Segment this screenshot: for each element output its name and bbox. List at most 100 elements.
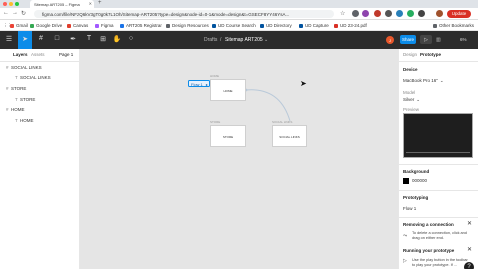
- layers-panel: [0, 49, 80, 269]
- file-name[interactable]: Sitemap ART205: [225, 37, 263, 43]
- tip-removing-connection-body: To delete a connection, click and drag o…: [412, 231, 467, 240]
- chevron-down-icon[interactable]: ⌄: [264, 37, 268, 43]
- background-hex-input[interactable]: 000000: [412, 178, 427, 183]
- frame-store-text: STORE: [222, 135, 234, 139]
- pdf-icon: [334, 23, 338, 28]
- profile-avatar[interactable]: [436, 10, 443, 17]
- comment-tool-icon[interactable]: ○: [124, 31, 138, 49]
- flow-starting-point-badge[interactable]: Flow 1 ▸: [188, 80, 210, 87]
- divider: [398, 61, 478, 62]
- preview-heading: Preview: [403, 107, 420, 112]
- bookmark-ud-course-search[interactable]: UD Course Search: [212, 23, 256, 28]
- breadcrumb-folder[interactable]: Drafts: [204, 37, 217, 43]
- url-input[interactable]: figma.com/file/NFzQ6kV3gT0g0k7L1Oh/Sitem…: [34, 10, 334, 18]
- frame-label-social-links[interactable]: SOCIAL LINKS: [272, 120, 292, 124]
- play-flow-icon[interactable]: ▸: [206, 82, 208, 87]
- page-selector[interactable]: Page 1: [59, 52, 73, 57]
- bookmark-ud-directory[interactable]: UD Directory: [260, 23, 292, 28]
- model-select[interactable]: Silver ⌄: [403, 97, 420, 103]
- pen-tool-icon[interactable]: ✒: [66, 31, 80, 49]
- frame-home-text: HOME: [223, 89, 233, 93]
- layer-frame-home[interactable]: # HOME: [6, 107, 25, 112]
- bookmark-art205-registrar[interactable]: ART205 Registrar: [120, 23, 162, 28]
- tab-design[interactable]: Design: [403, 52, 417, 57]
- connection-icon: ⤳: [403, 233, 408, 239]
- tab-layers[interactable]: Layers: [13, 52, 28, 57]
- background-color-swatch[interactable]: [403, 178, 409, 184]
- layer-frame-store[interactable]: # STORE: [6, 86, 26, 91]
- model-heading: Model: [403, 90, 416, 95]
- bookmark-google-drive[interactable]: Google Drive: [30, 23, 62, 28]
- close-window-icon[interactable]: [3, 2, 7, 6]
- layer-text-store[interactable]: T STORE: [15, 97, 35, 102]
- avatar[interactable]: J: [386, 36, 394, 44]
- update-button[interactable]: Update: [447, 9, 471, 18]
- canvas-icon: [67, 23, 71, 28]
- extensions-puzzle-icon[interactable]: [418, 10, 425, 17]
- back-icon[interactable]: ←: [3, 10, 9, 16]
- divider: [398, 217, 478, 218]
- frame-store[interactable]: STORE: [210, 125, 246, 147]
- background-heading: Background: [403, 169, 430, 174]
- tab-prototype[interactable]: Prototype: [420, 52, 441, 57]
- flow-list-item[interactable]: Flow 1: [403, 206, 416, 211]
- drive-icon: [30, 23, 34, 28]
- prototyping-heading: Prototyping: [403, 195, 429, 200]
- other-bookmarks[interactable]: Other Bookmarks: [433, 23, 474, 28]
- new-tab-button[interactable]: +: [98, 0, 102, 6]
- extension-icon[interactable]: [352, 10, 359, 17]
- play-icon: ▷: [403, 258, 407, 264]
- frame-label-store[interactable]: STORE: [210, 120, 220, 124]
- present-play-icon[interactable]: ▷: [420, 35, 432, 44]
- chevron-down-icon: ⌄: [416, 97, 421, 102]
- close-icon[interactable]: ✕: [467, 220, 472, 227]
- frame-social-links[interactable]: SOCIAL LINKS: [272, 125, 307, 147]
- connection-line[interactable]: [245, 89, 291, 122]
- extension-icon[interactable]: [407, 10, 414, 17]
- device-preview-bar: [406, 152, 470, 153]
- layer-text-home[interactable]: T HOME: [15, 118, 34, 123]
- ud-icon: [299, 23, 303, 28]
- extension-icon[interactable]: [385, 10, 392, 17]
- extension-icon[interactable]: [396, 10, 403, 17]
- bookmark-ud-capture[interactable]: UD Capture: [299, 23, 329, 28]
- layer-frame-social-links[interactable]: # SOCIAL LINKS: [6, 65, 42, 70]
- extension-icon[interactable]: [374, 10, 381, 17]
- bookmark-ud-pdf[interactable]: UD 23-24.pdf: [334, 23, 367, 28]
- resources-icon[interactable]: ⊞: [96, 31, 110, 49]
- text-tool-icon[interactable]: T: [82, 31, 96, 49]
- tip-running-prototype-title: Running your prototype: [403, 248, 455, 253]
- share-button[interactable]: Share: [400, 35, 416, 44]
- bookmark-gmail[interactable]: Gmail: [10, 23, 28, 28]
- tab-close-icon[interactable]: ✕: [89, 1, 92, 6]
- panel-divider: [0, 61, 80, 62]
- frame-home[interactable]: HOME: [210, 79, 246, 101]
- minimize-window-icon[interactable]: [9, 2, 13, 6]
- frame-tool-icon[interactable]: #: [34, 31, 48, 49]
- frame-label-home[interactable]: HOME: [210, 74, 219, 78]
- forward-icon[interactable]: →: [12, 10, 18, 16]
- hand-tool-icon[interactable]: ✋: [110, 31, 124, 49]
- browser-tab[interactable]: Sitemap ART205 – Figma ✕: [30, 0, 94, 8]
- close-icon[interactable]: ✕: [467, 246, 472, 253]
- tip-removing-connection-title: Removing a connection: [403, 222, 454, 227]
- move-tool-icon[interactable]: ➤: [18, 31, 32, 49]
- main-menu-icon[interactable]: ☰: [2, 31, 16, 49]
- help-button[interactable]: ?: [464, 262, 474, 269]
- bookmark-star-icon[interactable]: ☆: [340, 10, 345, 17]
- tab-assets[interactable]: Assets: [31, 52, 45, 57]
- extension-icon[interactable]: [362, 10, 369, 17]
- divider: [398, 190, 478, 191]
- bookmark-figma[interactable]: Figma: [95, 23, 114, 28]
- layer-text-social-links[interactable]: T SOCIAL LINKS: [15, 75, 51, 80]
- reload-icon[interactable]: ↻: [21, 10, 26, 17]
- bookmark-design-resources[interactable]: Design Resources: [166, 23, 209, 28]
- tab-title: Sitemap ART205 – Figma: [34, 2, 80, 7]
- device-select[interactable]: MacBook Pro 16" ⌄: [403, 78, 444, 84]
- zoom-level[interactable]: 6%: [460, 37, 467, 42]
- maximize-window-icon[interactable]: [15, 2, 19, 6]
- ud-icon: [212, 23, 216, 28]
- bookmark-canvas[interactable]: Canvas: [67, 23, 88, 28]
- shape-tool-icon[interactable]: □: [50, 31, 64, 49]
- library-icon[interactable]: ▥: [436, 37, 441, 43]
